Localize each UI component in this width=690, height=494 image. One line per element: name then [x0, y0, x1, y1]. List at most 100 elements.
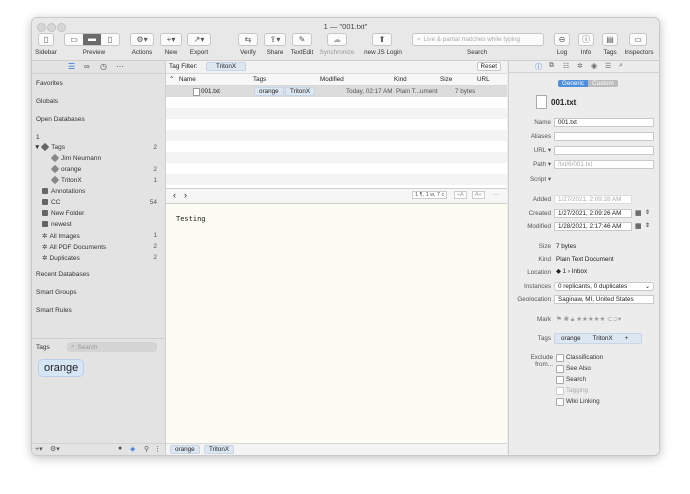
list-icon[interactable]: ☰	[68, 62, 75, 71]
add-tag-button[interactable]: +	[625, 335, 629, 342]
sidebar-item-new-folder[interactable]: New Folder	[42, 210, 84, 217]
stepper-icon[interactable]: ⇕	[645, 222, 650, 229]
sidebar-item-tags[interactable]: ▼ Tags	[34, 143, 65, 152]
favorites-header[interactable]: Favorites	[36, 80, 63, 87]
more-icon[interactable]: …	[493, 191, 499, 197]
name-field[interactable]: 001.txt	[554, 118, 654, 127]
sidebar-toggle-button[interactable]: ▯	[38, 33, 54, 46]
synchronize-button[interactable]: ☁	[327, 33, 347, 46]
exclude-tagging-checkbox[interactable]	[556, 387, 564, 395]
url-field[interactable]	[554, 146, 654, 155]
tags-button[interactable]: ▤	[602, 33, 618, 46]
list-icon[interactable]: ☰	[605, 62, 611, 70]
clock-icon[interactable]: ◷	[100, 62, 107, 71]
sidebar-item-cc[interactable]: CC	[42, 199, 60, 206]
sidebar-item-jim-neumann[interactable]: Jim Neumann	[50, 154, 101, 163]
sort-icon[interactable]: ⌃	[169, 76, 174, 83]
smart-groups-header[interactable]: Smart Groups	[36, 289, 76, 296]
table-row[interactable]: 001.txt orange TritonX Today, 02:17 AM P…	[166, 86, 507, 97]
exclude-classification-checkbox[interactable]	[556, 354, 564, 362]
tag-cloud-orange[interactable]: orange	[38, 359, 85, 377]
tags-token-field[interactable]: orange TritonX +	[554, 333, 642, 344]
view-list-icon[interactable]: ▭	[65, 35, 83, 44]
column-kind[interactable]: Kind	[394, 76, 407, 83]
column-modified[interactable]: Modified	[320, 76, 344, 83]
chevron-down-icon[interactable]: ▾	[548, 161, 551, 168]
log-button[interactable]: ⊖	[554, 33, 570, 46]
sidebar-item-all-pdf[interactable]: ✲ All PDF Documents	[42, 243, 106, 251]
sidebar-item-newest[interactable]: newest	[42, 221, 72, 228]
recent-databases-header[interactable]: Recent Databases	[36, 271, 89, 278]
more-icon[interactable]: ⋯	[116, 62, 124, 71]
unread-icon[interactable]: ✺	[564, 316, 569, 323]
sidebar-item-all-images[interactable]: ✲ All Images	[42, 232, 80, 240]
add-icon[interactable]: +▾	[35, 445, 43, 453]
reset-button[interactable]: Reset	[476, 62, 501, 71]
sidebar-item-annotations[interactable]: Annotations	[42, 188, 85, 195]
generic-tab[interactable]: Generic	[558, 80, 589, 87]
column-size[interactable]: Size	[440, 76, 452, 83]
location-value[interactable]: ◆ 1 › Inbox	[556, 268, 587, 275]
disclosure-triangle-icon[interactable]: ▼	[34, 144, 40, 151]
verify-button[interactable]: ⇆	[238, 33, 258, 46]
globals-header[interactable]: Globals	[36, 98, 58, 105]
tag-filter-token[interactable]: TritonX	[206, 62, 246, 71]
search-icon[interactable]: ⌕	[619, 62, 623, 70]
geolocation-field[interactable]: Saginaw, MI, United States	[554, 295, 654, 304]
actions-button[interactable]: ⚙▾	[130, 33, 154, 46]
instances-popup[interactable]: 0 replicants, 0 duplicates ⌄	[554, 282, 654, 291]
divider-icon[interactable]: ⋮	[154, 445, 161, 453]
aliases-field[interactable]	[554, 132, 654, 141]
info-button[interactable]: ⓘ	[578, 33, 594, 46]
sidebar-item-duplicates[interactable]: ✲ Duplicates	[42, 254, 80, 262]
calendar-icon[interactable]: ▦	[635, 222, 642, 230]
info-icon[interactable]: ⓘ	[535, 62, 542, 72]
calendar-icon[interactable]: ▦	[635, 209, 642, 217]
flag-icon[interactable]: ⚑	[556, 316, 562, 323]
share-button[interactable]: ⇪▾	[264, 33, 286, 46]
open-databases-header[interactable]: Open Databases	[36, 116, 85, 123]
view-columns-icon[interactable]: ▯	[101, 35, 119, 44]
record-icon[interactable]: ●	[118, 445, 122, 452]
sidebar-item-tritonx[interactable]: TritonX	[50, 176, 82, 185]
inspector-tag-orange[interactable]: orange	[561, 335, 581, 342]
custom-tab[interactable]: Custom	[588, 80, 618, 87]
jslogin-button[interactable]: ⬆	[372, 33, 392, 46]
gauge-icon[interactable]: ◉	[591, 62, 597, 70]
document-preview[interactable]: Testing	[166, 204, 507, 443]
export-button[interactable]: ↗▾	[187, 33, 211, 46]
generic-custom-segment[interactable]: Generic Custom	[558, 80, 618, 87]
view-split-icon[interactable]: ▬	[83, 34, 101, 45]
forward-icon[interactable]: ›	[184, 190, 187, 200]
sidebar-item-orange[interactable]: orange	[50, 165, 81, 174]
pin-icon[interactable]: ⚲	[144, 445, 149, 453]
bottom-tag-orange[interactable]: orange	[170, 445, 200, 454]
glasses-icon[interactable]: ∞	[84, 62, 90, 71]
inspector-tag-tritonx[interactable]: TritonX	[593, 335, 613, 342]
star-icon[interactable]: ✲	[577, 62, 583, 70]
copy-icon[interactable]: ⧉	[549, 62, 554, 70]
lock-icon[interactable]: 🔒︎	[571, 316, 574, 323]
outline-icon[interactable]: ☷	[563, 62, 569, 70]
stepper-icon[interactable]: ⇕	[645, 209, 650, 216]
search-input[interactable]: ⌕ Live & partial matches while typing	[412, 33, 544, 46]
modified-field[interactable]: 1/28/2021, 2:17:46 AM	[554, 222, 632, 231]
path-field[interactable]: /txt/6/001.txt	[554, 160, 654, 169]
gear-icon[interactable]: ⚙▾	[50, 445, 60, 453]
preview-segmented[interactable]: ▭ ▬ ▯	[64, 33, 120, 46]
tag-search-input[interactable]: ⌕ Search	[67, 342, 157, 352]
label-color-icon[interactable]: ⊂⊃▾	[607, 316, 621, 323]
exclude-wiki-linking-checkbox[interactable]	[556, 398, 564, 406]
column-name[interactable]: Name	[179, 76, 196, 83]
column-url[interactable]: URL	[477, 76, 490, 83]
exclude-see-also-checkbox[interactable]	[556, 365, 564, 373]
rating-stars[interactable]: ★★★★★	[576, 316, 605, 323]
column-tags[interactable]: Tags	[253, 76, 266, 83]
created-field[interactable]: 1/27/2021, 2:09:26 AM	[554, 209, 632, 218]
text-larger-button[interactable]: A»	[472, 191, 485, 199]
inspectors-button[interactable]: ▭	[629, 33, 647, 46]
chevron-down-icon[interactable]: ▾	[548, 147, 551, 154]
text-smaller-button[interactable]: «A	[454, 191, 467, 199]
back-icon[interactable]: ‹	[173, 190, 176, 200]
tag-filter-icon[interactable]: ◈	[130, 445, 135, 453]
